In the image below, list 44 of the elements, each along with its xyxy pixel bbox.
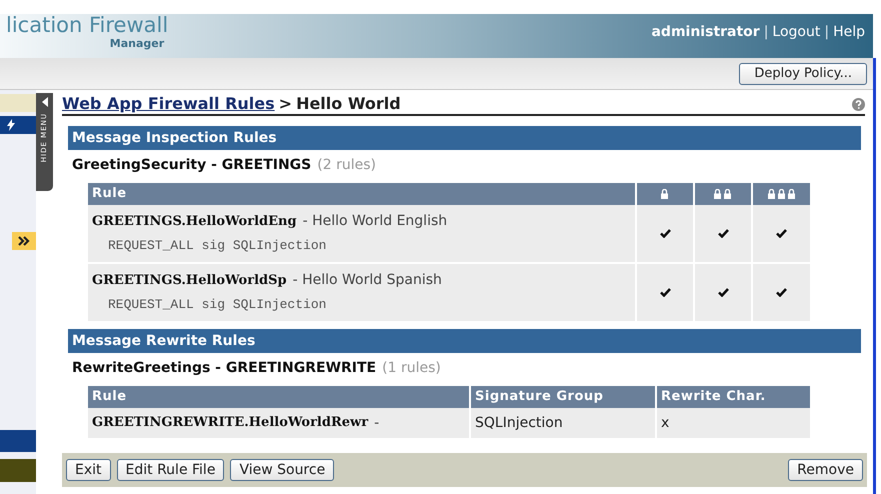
column-header: Signature Group <box>470 386 656 408</box>
expand-button[interactable] <box>12 232 36 250</box>
page-title: Hello World <box>296 93 401 115</box>
app-subtitle: Manager <box>110 38 166 49</box>
rewrite-char-cell: x <box>656 408 810 438</box>
rule-description: - <box>374 414 380 432</box>
rule-detail: REQUEST_ALL sig SQLInjection <box>107 237 328 255</box>
double-chevron-icon <box>18 236 30 246</box>
action-button[interactable]: View Source <box>230 459 334 481</box>
rule-count: (2 rules) <box>317 156 376 175</box>
collapse-arrow-icon <box>42 97 48 107</box>
section-header: Message Inspection Rules <box>68 126 861 150</box>
action-button[interactable]: Remove <box>788 459 863 481</box>
lightning-icon <box>6 119 16 131</box>
help-icon[interactable] <box>852 98 865 110</box>
rule-name: GREETINGS.HelloWorldEng <box>92 212 297 231</box>
breadcrumb-link[interactable]: Web App Firewall Rules <box>62 92 275 116</box>
column-header: Rewrite Char. <box>656 386 810 408</box>
signature-group-cell: SQLInjection <box>470 408 656 438</box>
link-divider: | <box>824 23 830 42</box>
padlock-icon <box>713 188 733 199</box>
column-header: Rule <box>88 386 470 408</box>
rule-name: GREETINGS.HelloWorldSp <box>92 272 287 290</box>
breadcrumb-separator: > <box>278 93 292 115</box>
padlock-icon <box>766 188 796 199</box>
link-divider: | <box>764 23 768 42</box>
rule-count: (1 rules) <box>382 359 441 378</box>
header-link[interactable]: Logout <box>772 22 820 43</box>
rule-description: - Hello World English <box>302 212 448 231</box>
rule-name: GREETINGREWRITE.HelloWorldRewr <box>92 414 368 432</box>
rule-group-name: RewriteGreetings - GREETINGREWRITE <box>72 359 376 378</box>
section-header: Message Rewrite Rules <box>68 329 861 353</box>
action-button[interactable]: Edit Rule File <box>116 459 224 481</box>
rule-group-name: GreetingSecurity - GREETINGS <box>72 156 312 175</box>
deploy-policy-button[interactable]: Deploy Policy... <box>739 62 867 84</box>
column-header: Rule <box>88 183 636 205</box>
menu-item[interactable] <box>0 116 36 134</box>
username: administrator <box>651 23 760 42</box>
rule-detail: REQUEST_ALL sig SQLInjection <box>107 296 328 314</box>
header-link[interactable]: Help <box>833 22 865 43</box>
padlock-icon <box>660 188 670 199</box>
action-button[interactable]: Exit <box>66 459 111 481</box>
app-title: lication Firewall <box>6 15 168 36</box>
rule-description: - Hello World Spanish <box>292 271 442 290</box>
